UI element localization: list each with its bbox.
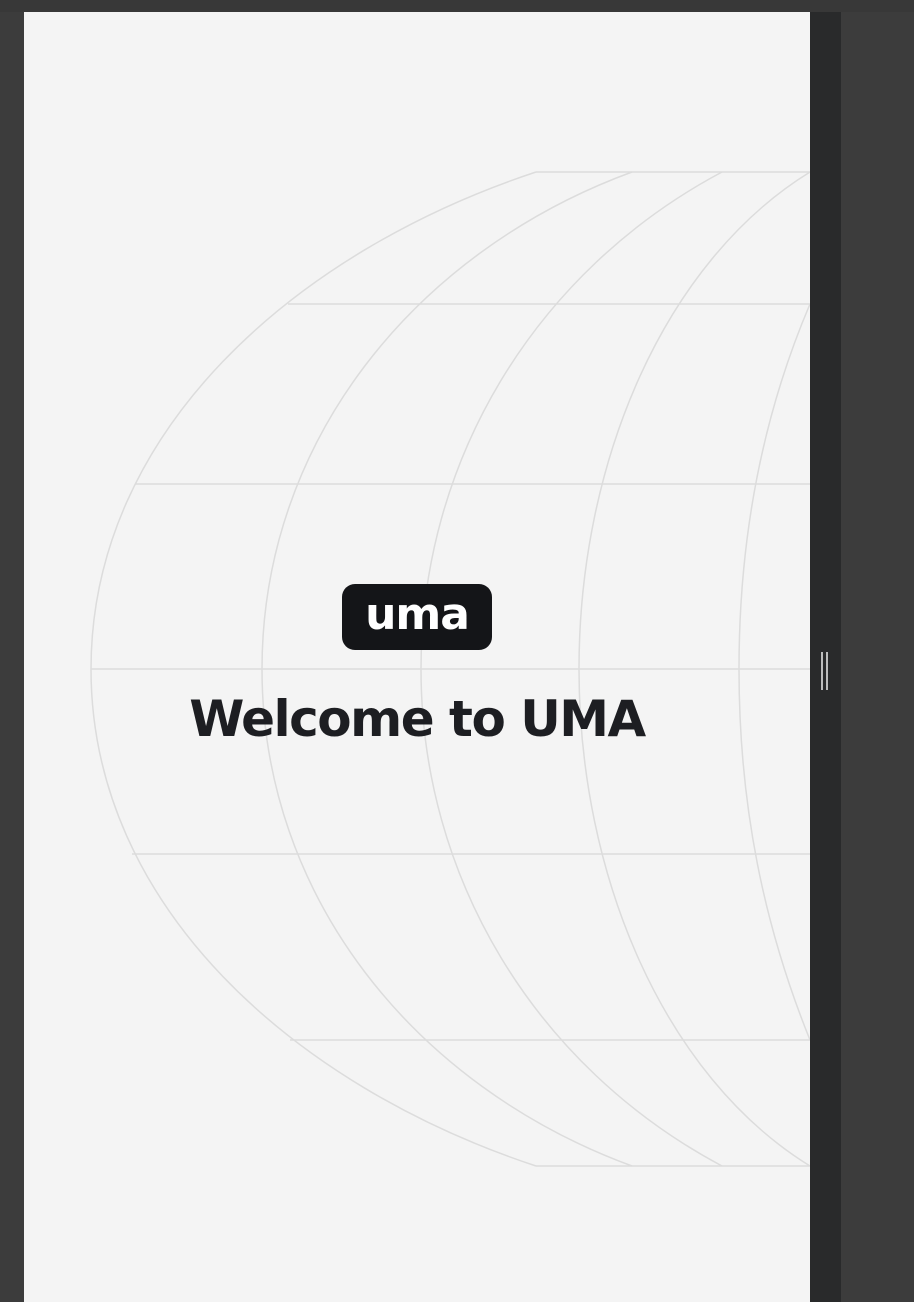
grip-line	[826, 652, 828, 690]
grip-line	[821, 652, 823, 690]
vertical-grip-icon[interactable]	[821, 652, 829, 690]
window-top-strip	[0, 0, 914, 12]
uma-logo: uma	[342, 584, 492, 650]
app-viewport: uma Welcome to UMA	[24, 12, 810, 1302]
globe-grid-icon	[90, 171, 810, 1167]
meridian-curve	[738, 303, 810, 1041]
app-window: uma Welcome to UMA	[0, 0, 914, 1302]
welcome-title: Welcome to UMA	[189, 690, 646, 748]
panel-splitter[interactable]	[810, 12, 841, 1302]
